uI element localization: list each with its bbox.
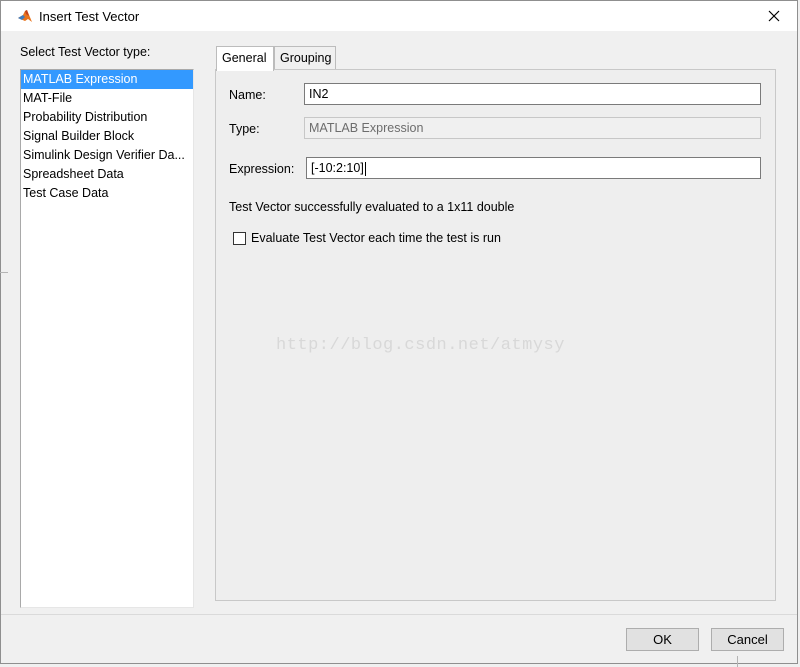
expression-label: Expression: — [229, 162, 295, 176]
evaluate-each-run-checkbox[interactable] — [233, 232, 246, 245]
ok-button[interactable]: OK — [626, 628, 699, 651]
evaluate-each-run-label[interactable]: Evaluate Test Vector each time the test … — [251, 231, 501, 245]
background-window-edge — [0, 272, 8, 273]
watermark-text: http://blog.csdn.net/atmysy — [276, 336, 565, 355]
name-label: Name: — [229, 88, 266, 102]
list-item-signal-builder-block[interactable]: Signal Builder Block — [21, 127, 193, 146]
close-button[interactable] — [751, 1, 797, 31]
footer-divider — [1, 614, 797, 615]
close-icon — [768, 10, 780, 22]
window-title: Insert Test Vector — [39, 9, 140, 24]
matlab-logo-icon — [18, 10, 32, 22]
type-field: MATLAB Expression — [304, 117, 761, 139]
text-cursor — [364, 161, 366, 176]
type-label: Type: — [229, 122, 260, 136]
list-item-simulink-design-verifier[interactable]: Simulink Design Verifier Da... — [21, 146, 193, 165]
tab-general[interactable]: General — [216, 46, 274, 71]
list-item-test-case-data[interactable]: Test Case Data — [21, 184, 193, 203]
general-panel: Name: IN2 Type: MATLAB Expression Expres… — [215, 69, 776, 601]
insert-test-vector-dialog: Insert Test Vector Select Test Vector ty… — [0, 0, 798, 664]
background-window-edge-bottom — [737, 656, 738, 667]
name-field[interactable]: IN2 — [304, 83, 761, 105]
list-item-probability-distribution[interactable]: Probability Distribution — [21, 108, 193, 127]
cancel-button[interactable]: Cancel — [711, 628, 784, 651]
list-item-spreadsheet-data[interactable]: Spreadsheet Data — [21, 165, 193, 184]
test-vector-type-label: Select Test Vector type: — [20, 45, 151, 59]
test-vector-type-list[interactable]: MATLAB Expression MAT-File Probability D… — [20, 69, 194, 608]
tab-grouping[interactable]: Grouping — [274, 46, 336, 70]
expression-value: [-10:2:10] — [311, 161, 364, 175]
expression-field[interactable]: [-10:2:10] — [306, 157, 761, 179]
list-item-matlab-expression[interactable]: MATLAB Expression — [21, 70, 193, 89]
list-item-mat-file[interactable]: MAT-File — [21, 89, 193, 108]
evaluation-status-text: Test Vector successfully evaluated to a … — [229, 200, 515, 214]
title-bar: Insert Test Vector — [1, 1, 797, 31]
